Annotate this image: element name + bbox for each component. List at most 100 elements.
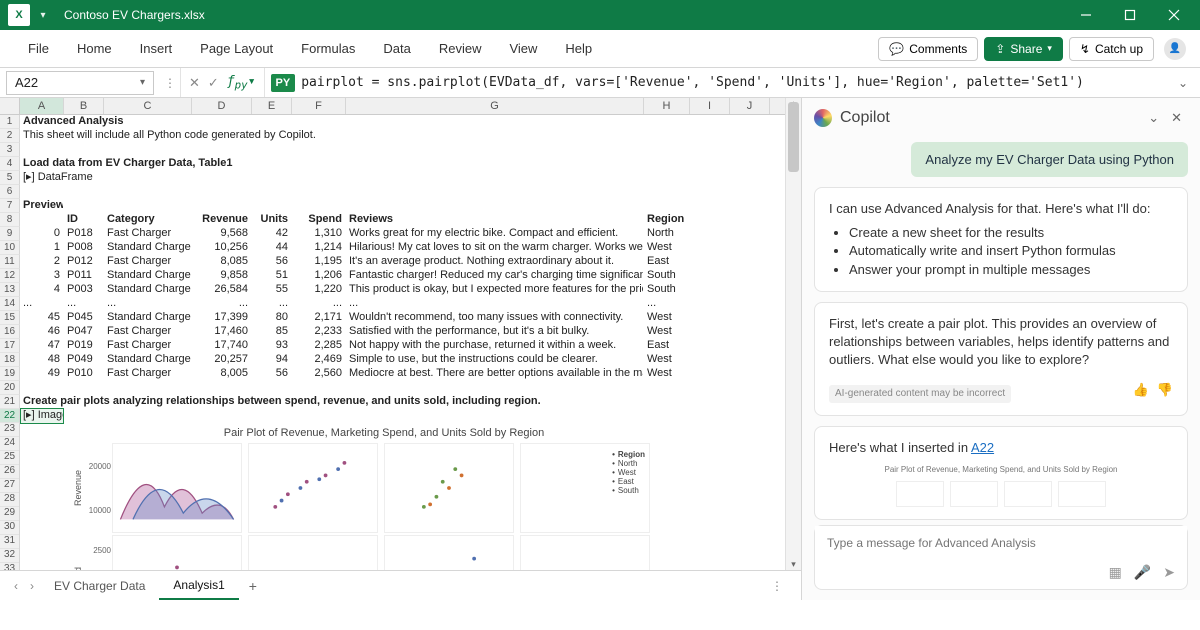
row-header[interactable]: 24 <box>0 437 19 451</box>
row-header[interactable]: 28 <box>0 493 19 507</box>
row-header[interactable]: 11 <box>0 255 20 269</box>
row-header[interactable]: 31 <box>0 535 19 549</box>
cell[interactable]: 8,005 <box>192 367 252 381</box>
cell[interactable]: South <box>644 283 690 297</box>
row-header[interactable]: 30 <box>0 521 19 535</box>
row-header[interactable]: 8 <box>0 213 20 227</box>
tab-formulas[interactable]: Formulas <box>287 30 369 68</box>
cell[interactable]: ... <box>192 297 252 311</box>
cell[interactable]: West <box>644 311 690 325</box>
cell[interactable]: ... <box>20 297 64 311</box>
cell[interactable]: P045 <box>64 311 104 325</box>
tab-view[interactable]: View <box>495 30 551 68</box>
col-header[interactable]: D <box>192 98 252 114</box>
chevron-down-icon[interactable]: ⌄ <box>1142 110 1165 126</box>
share-button[interactable]: ⇪Share▾ <box>984 37 1063 61</box>
cell[interactable]: Standard Charger <box>104 283 192 297</box>
tab-home[interactable]: Home <box>63 30 126 68</box>
cell[interactable]: P049 <box>64 353 104 367</box>
row-header[interactable]: 33 <box>0 563 19 570</box>
cell[interactable]: ID <box>64 213 104 227</box>
cell[interactable]: East <box>644 255 690 269</box>
pairplot-chart[interactable]: Pair Plot of Revenue, Marketing Spend, a… <box>104 423 664 570</box>
sheet-tab-active[interactable]: Analysis1 <box>159 572 238 600</box>
row-header[interactable]: 6 <box>0 185 20 199</box>
sheet-options-icon[interactable]: ⋮ <box>761 579 793 593</box>
col-header[interactable]: E <box>252 98 292 114</box>
cell[interactable] <box>20 381 64 395</box>
namebox-more-icon[interactable]: ⋮ <box>160 76 180 90</box>
cell[interactable]: Standard Charger <box>104 269 192 283</box>
row-header[interactable]: 21 <box>0 395 20 409</box>
avatar[interactable]: 👤 <box>1164 38 1186 60</box>
cell[interactable]: Satisfied with the performance, but it's… <box>346 325 644 339</box>
tab-help[interactable]: Help <box>551 30 606 68</box>
cell[interactable]: ... <box>64 297 104 311</box>
row-header[interactable]: 16 <box>0 325 20 339</box>
cell[interactable]: South <box>644 269 690 283</box>
cell[interactable]: 51 <box>252 269 292 283</box>
col-header[interactable]: I <box>690 98 730 114</box>
cell[interactable]: Reviews <box>346 213 644 227</box>
maximize-button[interactable] <box>1108 0 1152 30</box>
cell[interactable]: 45 <box>20 311 64 325</box>
cell[interactable]: 85 <box>252 325 292 339</box>
enter-icon[interactable]: ✓ <box>208 75 219 91</box>
cell[interactable]: 1,220 <box>292 283 346 297</box>
vertical-scrollbar[interactable]: ▴ ▾ <box>785 98 801 570</box>
cell[interactable]: Create pair plots analyzing relationship… <box>20 395 720 409</box>
cell[interactable]: Fast Charger <box>104 255 192 269</box>
cell[interactable]: Works great for my electric bike. Compac… <box>346 227 644 241</box>
cell[interactable]: 56 <box>252 367 292 381</box>
row-header[interactable]: 2 <box>0 129 20 143</box>
cell[interactable]: 47 <box>20 339 64 353</box>
sheet-tab[interactable]: EV Charger Data <box>40 573 159 599</box>
cell[interactable]: 46 <box>20 325 64 339</box>
cell[interactable]: Mediocre at best. There are better optio… <box>346 367 644 381</box>
cell[interactable]: Standard Charger <box>104 353 192 367</box>
cell[interactable]: Fantastic charger! Reduced my car's char… <box>346 269 644 283</box>
cell[interactable]: 55 <box>252 283 292 297</box>
cell[interactable]: 17,460 <box>192 325 252 339</box>
row-header[interactable]: 14 <box>0 297 20 311</box>
row-header[interactable]: 15 <box>0 311 20 325</box>
row-header[interactable]: 29 <box>0 507 19 521</box>
cell[interactable]: [▸] DataFrame <box>20 171 140 185</box>
cell[interactable] <box>20 213 64 227</box>
cell[interactable]: P010 <box>64 367 104 381</box>
cell[interactable]: ... <box>104 297 192 311</box>
cell[interactable]: West <box>644 241 690 255</box>
close-pane-icon[interactable]: ✕ <box>1165 110 1188 126</box>
cell[interactable]: 56 <box>252 255 292 269</box>
sheet-nav-next-icon[interactable]: › <box>24 579 40 593</box>
cell[interactable]: 1,310 <box>292 227 346 241</box>
cell[interactable]: East <box>644 339 690 353</box>
cell[interactable]: This sheet will include all Python code … <box>20 129 720 143</box>
cell[interactable]: 26,584 <box>192 283 252 297</box>
cell[interactable]: 4 <box>20 283 64 297</box>
col-header[interactable]: B <box>64 98 104 114</box>
copilot-input[interactable] <box>815 526 1187 560</box>
row-header[interactable]: 3 <box>0 143 20 157</box>
tab-data[interactable]: Data <box>369 30 424 68</box>
cell[interactable] <box>20 143 64 157</box>
cell[interactable]: Advanced Analysis <box>20 115 720 129</box>
cell[interactable]: 9,858 <box>192 269 252 283</box>
row-header[interactable]: 5 <box>0 171 20 185</box>
cell[interactable]: 80 <box>252 311 292 325</box>
row-header[interactable]: 23 <box>0 423 19 437</box>
catchup-button[interactable]: ↯Catch up <box>1069 37 1154 61</box>
cell[interactable]: 17,740 <box>192 339 252 353</box>
cell[interactable]: 2 <box>20 255 64 269</box>
cell[interactable]: P008 <box>64 241 104 255</box>
cell[interactable]: Not happy with the purchase, returned it… <box>346 339 644 353</box>
row-header[interactable]: 25 <box>0 451 19 465</box>
scrollbar-thumb[interactable] <box>788 102 799 172</box>
row-header[interactable]: 32 <box>0 549 19 563</box>
col-header[interactable]: F <box>292 98 346 114</box>
cell[interactable]: ... <box>346 297 644 311</box>
cell[interactable]: Load data from EV Charger Data, Table1 <box>20 157 720 171</box>
col-header[interactable]: A <box>20 98 64 114</box>
cell[interactable]: 1,206 <box>292 269 346 283</box>
mic-icon[interactable]: 🎤 <box>1134 564 1151 581</box>
